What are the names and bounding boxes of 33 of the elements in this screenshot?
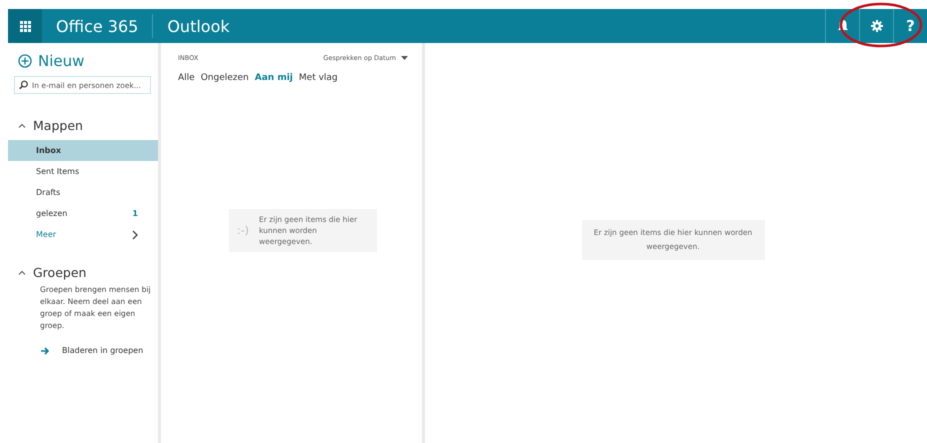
filter-tab[interactable]: Aan mij [254,73,293,83]
folder-name: gelezen [36,209,68,218]
arrow-right-icon [41,346,50,354]
brand-title: Office 365 [55,16,140,38]
filter-tab[interactable]: Met vlag [298,73,338,83]
folder-item[interactable]: Inbox [8,140,158,161]
folders-heading[interactable]: Mappen [8,118,93,133]
caret-down-icon [401,56,408,60]
filter-tab[interactable]: Ongelezen [200,73,249,83]
more-folders-link[interactable]: Meer [8,224,158,245]
folder-name: Inbox [36,146,62,155]
chevron-right-icon [132,230,138,240]
folder-name: Drafts [36,188,60,197]
grid-icon [20,20,30,32]
folder-item[interactable]: gelezen 1 [8,203,158,224]
help-button[interactable]: ? [893,9,927,43]
emoticon: :-) [237,224,249,237]
chevron-up-icon [18,123,26,128]
settings-icon [870,20,882,32]
unread-count: 1 [132,209,138,218]
filter-tab[interactable]: Alle [178,73,195,83]
bell-icon [838,20,848,32]
search-icon [19,80,28,90]
folder-item[interactable]: Drafts [8,182,158,203]
folder-name: Sent Items [36,167,80,176]
folder-item[interactable]: Sent Items [8,161,158,182]
browse-groups-link[interactable]: Bladeren in groepen [41,346,144,355]
app-launcher-button[interactable] [8,9,42,43]
new-message-button[interactable]: Nieuw [8,43,94,76]
groups-heading[interactable]: Groepen [8,265,96,280]
app-title: Outlook [166,16,231,38]
plus-circle-icon [18,54,32,68]
chevron-up-icon [18,270,26,275]
